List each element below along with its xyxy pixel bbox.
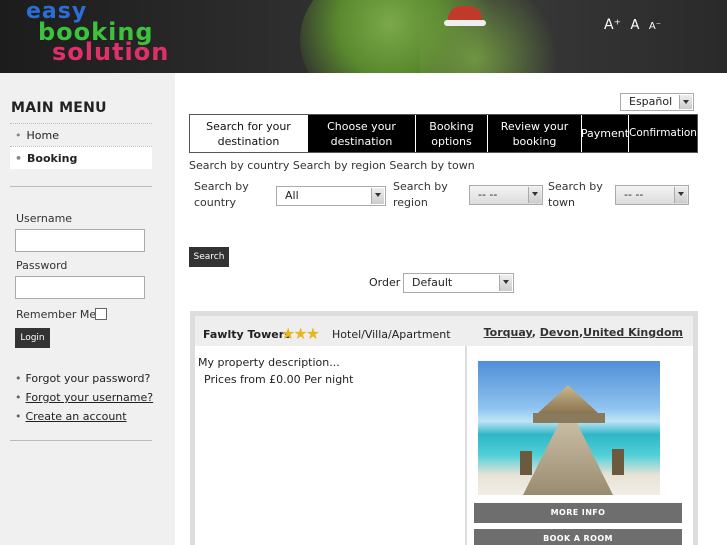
step-payment: Payment [580, 115, 630, 152]
language-select[interactable]: Español [620, 93, 694, 111]
property-header: Fawlty Towers ★★★ Hotel/Villa/Apartment … [195, 316, 693, 346]
chevron-down-icon [371, 188, 384, 204]
property-type: Hotel/Villa/Apartment [332, 328, 451, 341]
town-filter-label: Search by town [548, 179, 603, 211]
username-label: Username [16, 212, 73, 225]
sidebar-divider [10, 186, 152, 187]
region-select[interactable]: -- -- [469, 185, 543, 205]
region-link[interactable]: Devon [540, 326, 579, 339]
town-select-value: -- -- [624, 188, 644, 201]
photo-deck [533, 413, 605, 423]
sidebar-divider-bottom [10, 440, 152, 441]
chevron-down-icon [674, 187, 687, 203]
font-size-controls: A⁺ A A⁻ [604, 17, 667, 33]
password-label: Password [16, 259, 68, 272]
search-button[interactable]: Search [189, 247, 229, 267]
region-select-value: -- -- [478, 188, 498, 201]
step-label: Confirmation [629, 127, 697, 139]
property-result-card: Fawlty Towers ★★★ Hotel/Villa/Apartment … [190, 311, 698, 545]
step-confirmation: Confirmation [629, 115, 697, 152]
forgot-password-text[interactable]: Forgot your password? [26, 372, 151, 385]
book-room-button[interactable]: BOOK A ROOM [474, 529, 682, 545]
step-label: destination [330, 134, 393, 148]
property-name[interactable]: Fawlty Towers [203, 328, 291, 341]
chevron-down-icon [528, 187, 541, 203]
site-logo[interactable]: easy booking solution [26, 1, 169, 65]
username-input[interactable] [15, 229, 145, 252]
step-label: booking [512, 134, 557, 148]
menu-item-home[interactable]: Home [10, 123, 152, 146]
property-photo[interactable] [478, 361, 660, 495]
forgot-password-link[interactable]: Forgot your password? [15, 369, 153, 388]
filter-label-line: country [194, 196, 237, 209]
filter-label-line: Search by [548, 180, 603, 193]
step-label: Booking [429, 119, 474, 133]
create-account-text[interactable]: Create an account [26, 410, 127, 423]
property-price: Prices from £0.00 Per night [204, 373, 354, 386]
star-icon: ★ [305, 324, 320, 343]
login-button[interactable]: Login [15, 328, 50, 348]
chevron-down-icon [499, 275, 512, 291]
forgot-username-link[interactable]: Forgot your username? [15, 388, 154, 407]
region-filter-label: Search by region [393, 179, 448, 211]
forgot-username-text[interactable]: Forgot your username? [26, 391, 154, 404]
step-label: options [431, 134, 472, 148]
town-select[interactable]: -- -- [615, 185, 689, 205]
star-rating: ★★★ [281, 324, 320, 343]
property-details: My property description... Prices from £… [195, 346, 465, 545]
photo-lamp [520, 451, 532, 475]
filter-label-line: town [548, 196, 576, 209]
order-select-value: Default [412, 276, 453, 289]
font-reset-button[interactable]: A [630, 18, 639, 33]
search-type-tabs[interactable]: Search by country Search by region Searc… [189, 159, 475, 172]
property-media: MORE INFO BOOK A ROOM [467, 346, 693, 545]
font-increase-button[interactable]: A⁺ [604, 17, 621, 33]
account-links: Forgot your password? Forgot your userna… [15, 369, 154, 426]
filter-label-line: region [393, 196, 428, 209]
country-select-value: All [285, 189, 299, 202]
star-icon: ★ [293, 324, 307, 343]
step-label: Choose your [327, 119, 396, 133]
property-description: My property description... [198, 356, 340, 369]
filter-label-line: Search by [393, 180, 448, 193]
property-location: Torquay, Devon,United Kingdom [484, 326, 683, 339]
photo-jetty [523, 423, 613, 495]
sidebar: MAIN MENU Home Booking Username Password… [0, 73, 175, 545]
step-label: Payment [580, 127, 630, 140]
more-info-button[interactable]: MORE INFO [474, 503, 682, 523]
order-label: Order [369, 276, 401, 289]
star-icon: ★ [281, 324, 295, 343]
step-label: Search for your [206, 119, 291, 133]
order-select[interactable]: Default [403, 273, 514, 293]
filter-label-line: Search by [194, 180, 249, 193]
main-menu: Home Booking [10, 123, 152, 169]
photo-lamp [612, 449, 624, 475]
country-link[interactable]: United Kingdom [583, 326, 683, 339]
font-decrease-button[interactable]: A⁻ [649, 21, 661, 32]
create-account-link[interactable]: Create an account [15, 407, 153, 426]
step-label: destination [217, 134, 280, 148]
step-review-booking: Review your booking [488, 115, 582, 152]
main-content: Español Search for your destination Choos… [175, 73, 727, 545]
frog-foot-graphic [420, 0, 600, 73]
step-label: Review your [500, 119, 569, 133]
country-select[interactable]: All [276, 186, 386, 206]
main-menu-title: MAIN MENU [11, 100, 107, 116]
town-link[interactable]: Torquay [484, 326, 532, 339]
booking-steps: Search for your destination Choose your de… [189, 114, 698, 153]
country-filter-label: Search by country [194, 179, 249, 211]
language-value: Español [629, 95, 673, 108]
step-choose-destination: Choose your destination [308, 115, 416, 152]
remember-me-checkbox[interactable] [95, 308, 107, 320]
location-separator: , [531, 326, 540, 339]
step-search-destination: Search for your destination [190, 115, 308, 152]
santa-hat-graphic [444, 6, 486, 26]
menu-item-booking[interactable]: Booking [10, 146, 152, 169]
password-input[interactable] [15, 276, 145, 299]
step-booking-options: Booking options [416, 115, 488, 152]
header-banner: easy booking solution A⁺ A A⁻ [0, 0, 727, 73]
photo-hut [538, 385, 598, 413]
remember-me-label: Remember Me [16, 308, 97, 321]
chevron-down-icon [679, 95, 692, 109]
